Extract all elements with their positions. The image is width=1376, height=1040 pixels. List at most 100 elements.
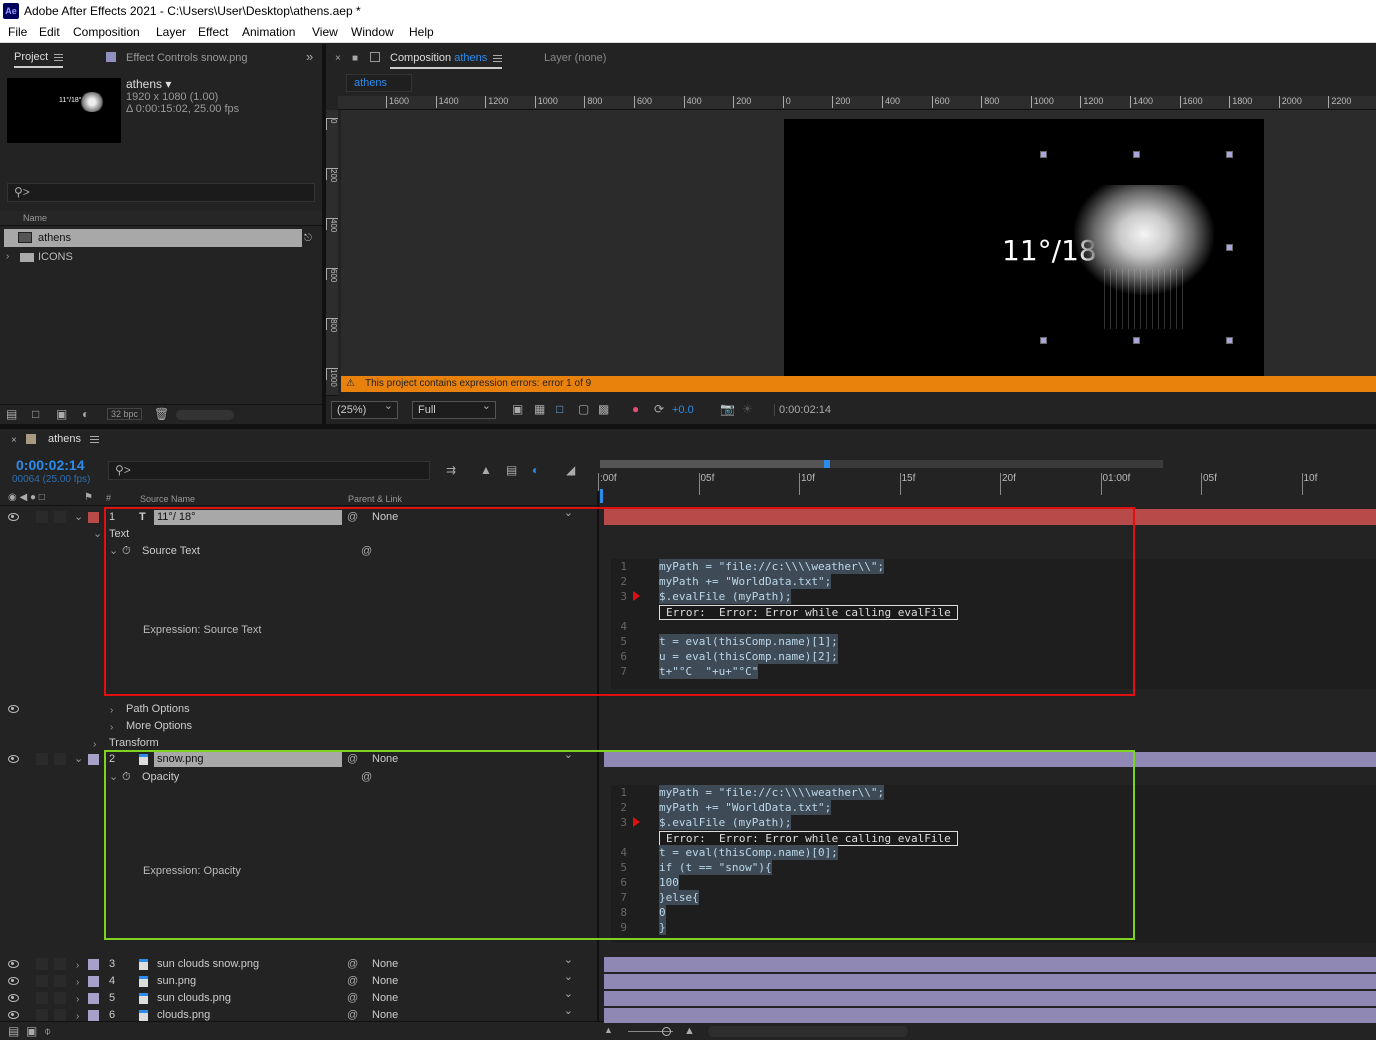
tab-effect-controls[interactable]: Effect Controls snow.png [126, 52, 247, 64]
label-color-swatch[interactable] [88, 754, 99, 765]
viewer-timecode[interactable]: 0:00:02:14 [774, 404, 831, 416]
layer-name[interactable]: clouds.png [157, 1007, 210, 1024]
transform-handle[interactable] [1226, 151, 1233, 158]
label-color-swatch[interactable] [88, 959, 99, 970]
col-name[interactable]: Name [23, 213, 47, 223]
bit-depth-button[interactable]: 32 bpc [107, 408, 143, 420]
expand-icon[interactable]: › [6, 251, 9, 262]
work-area-range[interactable] [600, 460, 828, 468]
comp-canvas[interactable]: 11°/18° [784, 119, 1264, 376]
region-of-interest-icon[interactable]: ▢ [578, 402, 589, 416]
trash-icon[interactable]: 🗑 [154, 407, 169, 421]
menu-effect[interactable]: Effect [198, 22, 228, 43]
new-folder-icon[interactable]: □ [32, 407, 39, 421]
channels-icon[interactable]: ● [632, 402, 639, 416]
snapshot-icon[interactable]: 📷 [720, 402, 735, 416]
expand-icon[interactable]: › [76, 991, 79, 1008]
layer-duration-bar[interactable] [604, 1008, 1376, 1023]
layer-switches-icon[interactable]: ▤ [8, 1024, 19, 1038]
layer-duration-bar[interactable] [604, 991, 1376, 1006]
project-item-icons[interactable]: › ICONS [4, 249, 302, 266]
collapse-icon[interactable]: ⌄ [74, 751, 83, 768]
menu-composition[interactable]: Composition [73, 22, 140, 43]
label-color-swatch[interactable] [88, 1010, 99, 1021]
project-search-input[interactable]: ⚲˃ [7, 183, 315, 202]
label-color-swatch[interactable] [88, 976, 99, 987]
tab-project[interactable]: Project [14, 51, 64, 68]
layer-duration-bar[interactable] [604, 957, 1376, 972]
work-area-end[interactable] [824, 460, 830, 468]
visibility-icon[interactable] [8, 977, 19, 985]
parent-dropdown[interactable]: None [367, 986, 577, 1007]
audio-toggle[interactable] [36, 1009, 48, 1021]
audio-toggle[interactable] [36, 753, 48, 765]
project-item-athens[interactable]: athens [4, 229, 302, 247]
audio-toggle[interactable] [36, 975, 48, 987]
menu-layer[interactable]: Layer [156, 22, 186, 43]
visibility-icon[interactable] [8, 705, 19, 713]
transform-handle[interactable] [1133, 151, 1140, 158]
show-snapshot-icon[interactable]: ☀ [742, 402, 753, 416]
visibility-icon[interactable] [8, 960, 19, 968]
breadcrumb[interactable]: athens [346, 74, 412, 92]
tab-timeline[interactable]: athens [48, 433, 100, 445]
flowchart-icon[interactable]: ⎋ [304, 233, 318, 244]
exposure-value[interactable]: +0.0 [672, 404, 694, 416]
close-icon[interactable]: × [11, 435, 17, 446]
audio-toggle[interactable] [36, 958, 48, 970]
visibility-icon[interactable] [8, 513, 19, 521]
menu-help[interactable]: Help [409, 22, 434, 43]
layer-name[interactable]: sun.png [157, 973, 196, 990]
transform-handle[interactable] [1040, 337, 1047, 344]
col-parent-link[interactable]: Parent & Link [348, 494, 402, 504]
property-path-options[interactable]: › Path Options [0, 701, 600, 718]
visibility-icon[interactable] [8, 994, 19, 1002]
shy-layers-icon[interactable]: ▲ [480, 463, 492, 477]
composition-mini-flowchart-icon[interactable]: ⇉ [446, 463, 456, 477]
expand-icon[interactable]: › [110, 702, 113, 719]
timeline-scrollbar[interactable] [708, 1026, 908, 1037]
resolution-dropdown[interactable]: Full [412, 398, 496, 419]
solo-toggle[interactable] [54, 975, 66, 987]
expand-icon[interactable]: › [76, 1008, 79, 1025]
layer-row[interactable]: › 4 sun.png @ None [0, 969, 600, 991]
motion-blur-icon[interactable]: ◐ [532, 463, 539, 477]
audio-toggle[interactable] [36, 992, 48, 1004]
transform-handle[interactable] [1226, 337, 1233, 344]
solo-toggle[interactable] [54, 1009, 66, 1021]
collapse-icon[interactable]: ⌄ [74, 509, 83, 526]
project-settings-icon[interactable]: ◐ [82, 407, 89, 421]
panel-overflow-icon[interactable]: » [306, 49, 313, 64]
solo-toggle[interactable] [54, 992, 66, 1004]
menu-edit[interactable]: Edit [39, 22, 60, 43]
label-color-swatch[interactable] [88, 512, 99, 523]
close-icon[interactable]: × [335, 53, 341, 64]
pickwhip-icon[interactable]: @ [347, 990, 358, 1007]
menu-view[interactable]: View [312, 22, 338, 43]
fast-previews-icon[interactable]: ▣ [512, 402, 523, 416]
expression-error-banner[interactable]: ⚠ This project contains expression error… [341, 376, 1376, 392]
audio-toggle[interactable] [36, 511, 48, 523]
tab-composition[interactable]: Composition athens [390, 52, 503, 69]
parent-dropdown[interactable]: None [367, 952, 577, 973]
lock-icon[interactable]: ■ [352, 53, 358, 64]
parent-dropdown[interactable]: None [367, 969, 577, 990]
layer-row[interactable]: › 3 sun clouds snow.png @ None [0, 952, 600, 973]
comp-viewer[interactable]: 11°/18° [341, 110, 1376, 376]
expand-icon[interactable]: › [76, 974, 79, 991]
grid-guides-icon[interactable]: ▩ [598, 402, 609, 416]
transform-handle[interactable] [1040, 151, 1047, 158]
visibility-icon[interactable] [8, 755, 19, 763]
visibility-icon[interactable] [8, 1011, 19, 1019]
frame-blending-icon[interactable]: ▤ [506, 463, 517, 477]
pickwhip-icon[interactable]: @ [347, 973, 358, 990]
layer-name[interactable]: sun clouds snow.png [157, 956, 259, 973]
zoom-slider-thumb[interactable] [662, 1027, 671, 1036]
comp-name[interactable]: athens ▾ [126, 77, 171, 91]
zoom-dropdown[interactable]: (25%) [331, 398, 398, 419]
solo-toggle[interactable] [54, 511, 66, 523]
new-composition-icon[interactable]: ▣ [56, 407, 67, 421]
graph-editor-icon[interactable]: ◢ [566, 463, 575, 477]
menu-file[interactable]: File [8, 22, 27, 43]
pickwhip-icon[interactable]: @ [347, 956, 358, 973]
